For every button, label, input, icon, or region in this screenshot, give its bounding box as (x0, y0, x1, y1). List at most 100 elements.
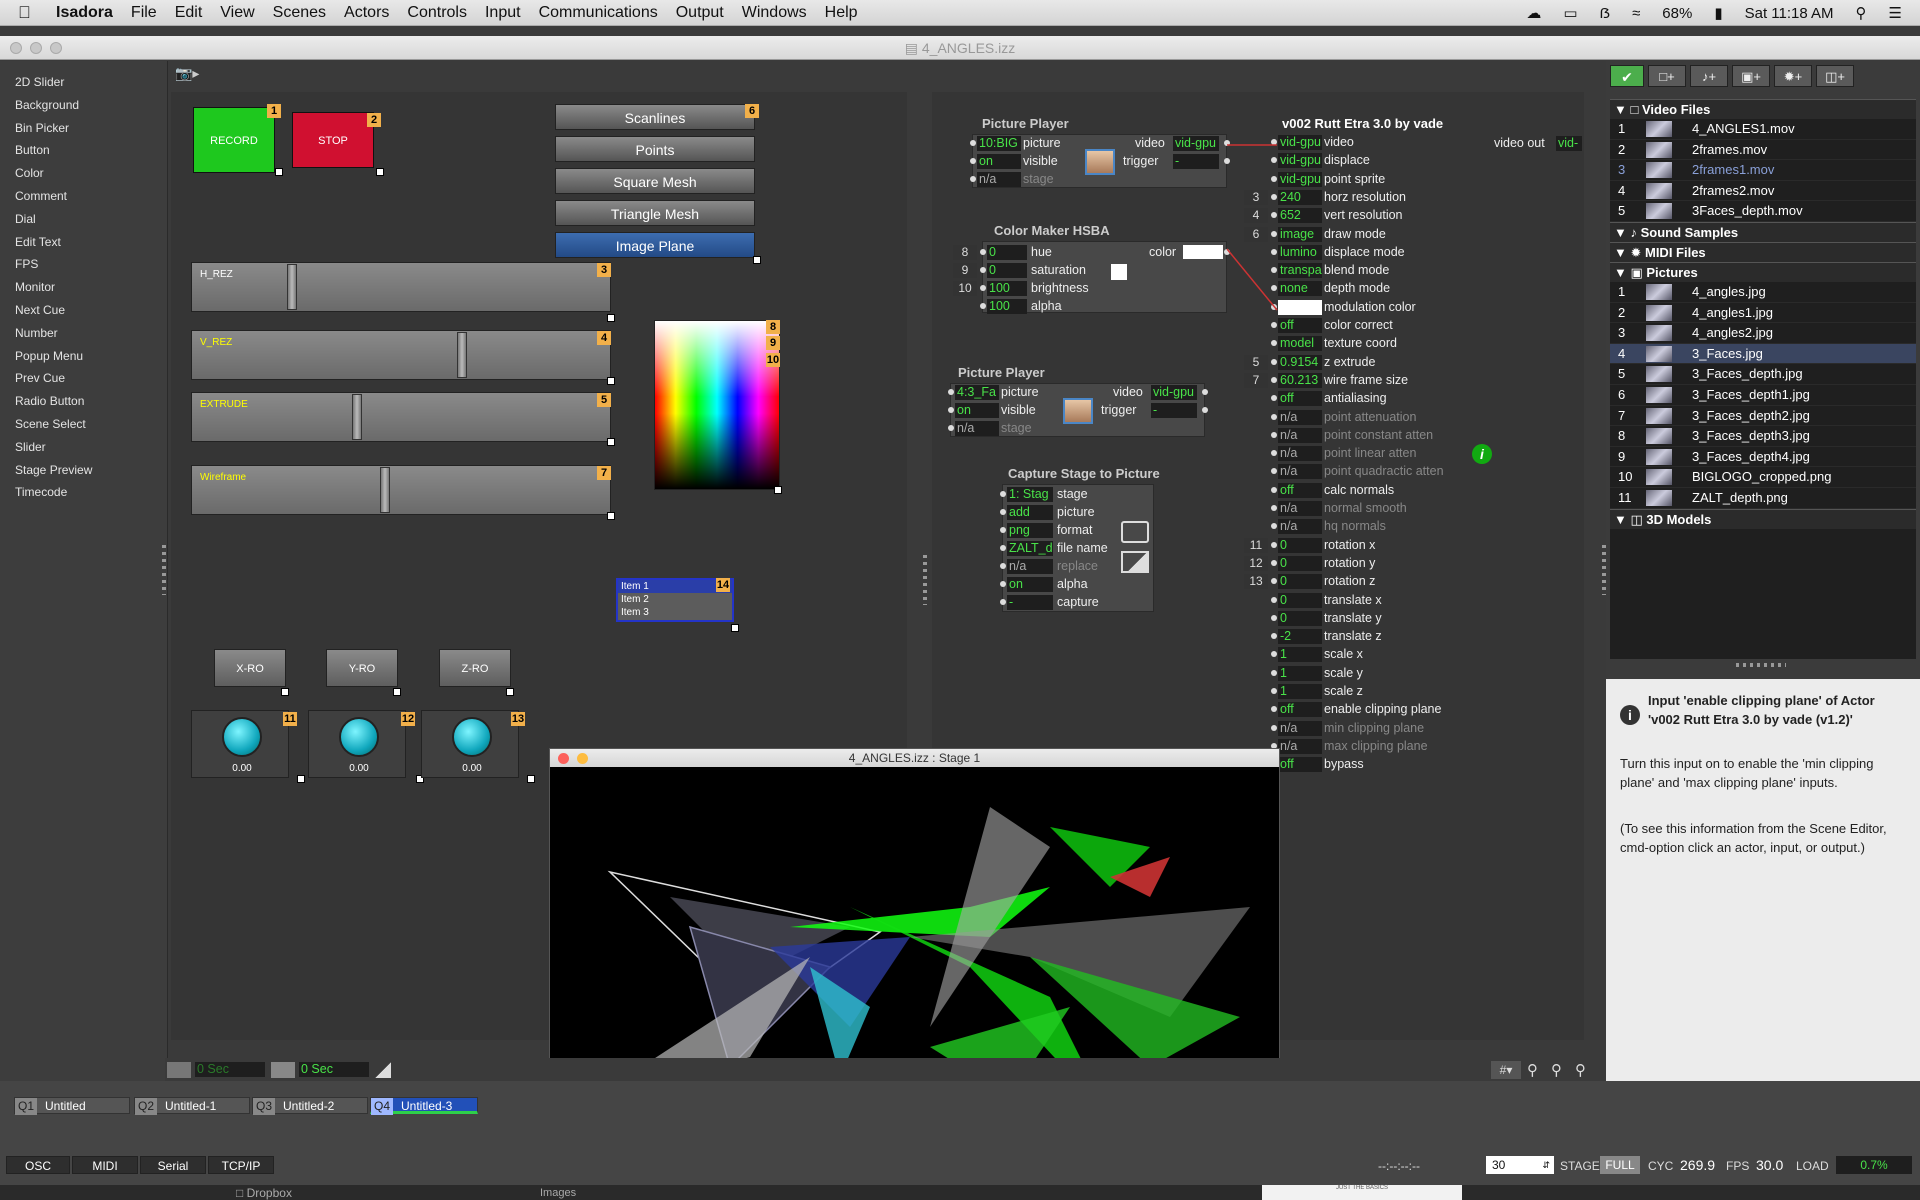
tool-slider[interactable]: Slider (0, 436, 167, 459)
input-name[interactable]: format (1057, 523, 1092, 538)
input-name[interactable]: scale z (1324, 684, 1363, 699)
input-port[interactable] (1271, 450, 1277, 457)
input-value[interactable]: png (1007, 523, 1053, 538)
dock-item-dropbox[interactable]: □ Dropbox (236, 1186, 292, 1200)
input-name[interactable]: depth mode (1324, 281, 1390, 296)
zoom-reset-icon[interactable]: ⚲ (1551, 1061, 1569, 1079)
media-item[interactable]: 5 3Faces_depth.mov (1610, 201, 1916, 222)
input-value[interactable]: 100 (987, 281, 1027, 296)
video-files-header[interactable]: ▼ □ Video Files (1610, 99, 1916, 119)
add-picture-icon[interactable]: ▣+ (1732, 65, 1770, 87)
input-name[interactable]: translate y (1324, 611, 1382, 626)
bluetooth-icon[interactable]: ẞ (1600, 5, 1611, 22)
resize-handle[interactable] (607, 438, 615, 446)
input-name[interactable]: wire frame size (1324, 373, 1408, 388)
input-port[interactable] (1271, 376, 1277, 383)
menu-output[interactable]: Output (676, 4, 724, 22)
dock-item-document[interactable]: JUST THE BASICS (1262, 1185, 1462, 1200)
output-port[interactable] (1224, 158, 1230, 164)
tool-stage-preview[interactable]: Stage Preview (0, 459, 167, 482)
output-value[interactable]: - (1151, 403, 1197, 418)
actor-title[interactable]: Color Maker HSBA (994, 223, 1110, 238)
stage-mode-button[interactable]: FULL (1600, 1156, 1640, 1174)
actor-title[interactable]: Picture Player (982, 116, 1069, 131)
input-port[interactable] (980, 303, 986, 309)
input-value[interactable]: n/a (1278, 464, 1322, 480)
rutt-input-row[interactable]: 12 0 rotation y (1244, 555, 1504, 573)
rutt-input-row[interactable]: off antialiasing (1271, 390, 1504, 408)
input-port[interactable] (1271, 688, 1277, 694)
add-sound-icon[interactable]: ♪+ (1690, 65, 1728, 87)
input-value[interactable]: 0.9154 (1278, 354, 1322, 370)
input-name[interactable]: point sprite (1324, 172, 1385, 187)
tool-background[interactable]: Background (0, 94, 167, 117)
media-item[interactable]: 8 3_Faces_depth3.jpg (1610, 426, 1916, 447)
input-value[interactable]: 10:BIG (977, 136, 1021, 151)
rutt-input-row[interactable]: n/a hq normals (1271, 518, 1504, 536)
dial-knob[interactable] (339, 717, 379, 757)
output-name[interactable]: trigger (1101, 403, 1136, 418)
input-name[interactable]: antialiasing (1324, 391, 1387, 406)
input-value[interactable]: vid-gpu (1278, 171, 1322, 187)
input-value[interactable] (1278, 299, 1322, 315)
input-port[interactable] (1271, 505, 1277, 511)
input-value[interactable]: 1 (1278, 647, 1322, 663)
input-port[interactable] (980, 267, 986, 273)
input-name[interactable]: saturation (1031, 263, 1086, 278)
rutt-input-row[interactable]: 0 translate y (1271, 610, 1504, 628)
output-value[interactable]: vid-gpu (1173, 136, 1219, 151)
output-value[interactable]: - (1173, 154, 1219, 169)
output-port[interactable] (1202, 389, 1208, 395)
menu-scenes[interactable]: Scenes (273, 4, 326, 22)
output-color-value[interactable] (1183, 245, 1223, 259)
menu-controls[interactable]: Controls (407, 4, 467, 22)
input-port[interactable] (1271, 706, 1277, 713)
input-port[interactable] (1271, 724, 1277, 731)
rutt-input-row[interactable]: 0 translate x (1271, 592, 1504, 610)
input-value[interactable]: 0 (1278, 574, 1322, 590)
media-item[interactable]: 1 4_ANGLES1.mov (1610, 119, 1916, 140)
y-ro-button[interactable]: Y-RO (326, 649, 398, 687)
scene-4[interactable]: Q4 Untitled-3 (370, 1097, 478, 1115)
menu-file[interactable]: File (131, 4, 157, 22)
input-value[interactable]: vid-gpu (1278, 135, 1322, 150)
wifi-icon[interactable]: ≈ (1632, 5, 1640, 22)
tool-scene-select[interactable]: Scene Select (0, 413, 167, 436)
rutt-input-row[interactable]: n/a point quadractic atten (1271, 463, 1504, 481)
input-value[interactable]: n/a (1278, 427, 1322, 443)
input-name[interactable]: scale x (1324, 647, 1363, 662)
tool-radio-button[interactable]: Radio Button (0, 390, 167, 413)
slider-wireframe[interactable]: Wireframe (191, 465, 611, 515)
menu-windows[interactable]: Windows (742, 4, 807, 22)
input-value[interactable]: on (1007, 577, 1053, 592)
input-name[interactable]: rotation x (1324, 538, 1375, 553)
output-name[interactable]: color (1149, 245, 1176, 260)
input-port[interactable] (1271, 395, 1277, 402)
input-port[interactable] (1271, 669, 1277, 676)
input-name[interactable]: normal smooth (1324, 501, 1407, 516)
rutt-input-row[interactable]: 4 652 vert resolution (1244, 207, 1504, 225)
slider-knob[interactable] (287, 264, 297, 310)
input-value[interactable]: add (1007, 505, 1053, 520)
input-port[interactable] (1271, 248, 1277, 255)
actor-title[interactable]: v002 Rutt Etra 3.0 by vade (1282, 116, 1443, 131)
resize-handle[interactable] (607, 377, 615, 385)
input-value[interactable]: 0 (1278, 537, 1322, 553)
rutt-input-row[interactable]: 1 scale x (1271, 646, 1504, 664)
radio-scanlines[interactable]: Scanlines (555, 104, 755, 130)
input-port[interactable] (1271, 230, 1277, 237)
input-name[interactable]: visible (1001, 403, 1036, 418)
input-name[interactable]: texture coord (1324, 336, 1397, 351)
rutt-input-row[interactable]: n/a point attenuation (1271, 409, 1504, 427)
media-item[interactable]: 6 3_Faces_depth1.jpg (1610, 385, 1916, 406)
input-port[interactable] (948, 407, 954, 413)
zoom-out-icon[interactable]: ⚲ (1527, 1061, 1545, 1079)
input-port[interactable] (1271, 651, 1277, 658)
add-video-icon[interactable]: □+ (1648, 65, 1686, 87)
input-name[interactable]: point quadractic atten (1324, 464, 1444, 479)
input-name[interactable]: brightness (1031, 281, 1089, 296)
input-name[interactable]: min clipping plane (1324, 721, 1424, 736)
output-name[interactable]: video (1113, 385, 1143, 400)
tool-bin-picker[interactable]: Bin Picker (0, 117, 167, 140)
input-name[interactable]: video (1324, 135, 1354, 150)
